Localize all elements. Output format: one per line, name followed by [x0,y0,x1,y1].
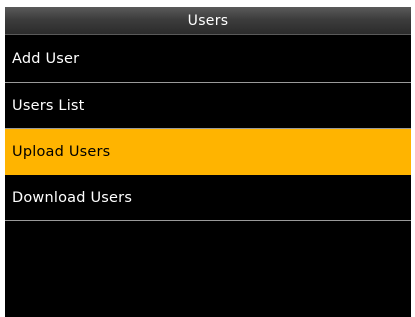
menu-item-label: Download Users [12,189,133,206]
menu-item-label: Add User [12,50,80,67]
title-bar: Users [5,7,411,35]
menu-item-upload-users[interactable]: Upload Users [5,129,411,175]
menu-item-download-users[interactable]: Download Users [5,175,411,221]
device-screen: Users Add User Users List Upload Users D… [5,7,411,317]
menu-item-label: Users List [12,97,85,114]
menu-item-add-user[interactable]: Add User [5,35,411,83]
menu-item-label: Upload Users [12,143,111,160]
menu-item-users-list[interactable]: Users List [5,83,411,129]
page-title: Users [187,12,229,29]
users-menu: Add User Users List Upload Users Downloa… [5,35,411,221]
